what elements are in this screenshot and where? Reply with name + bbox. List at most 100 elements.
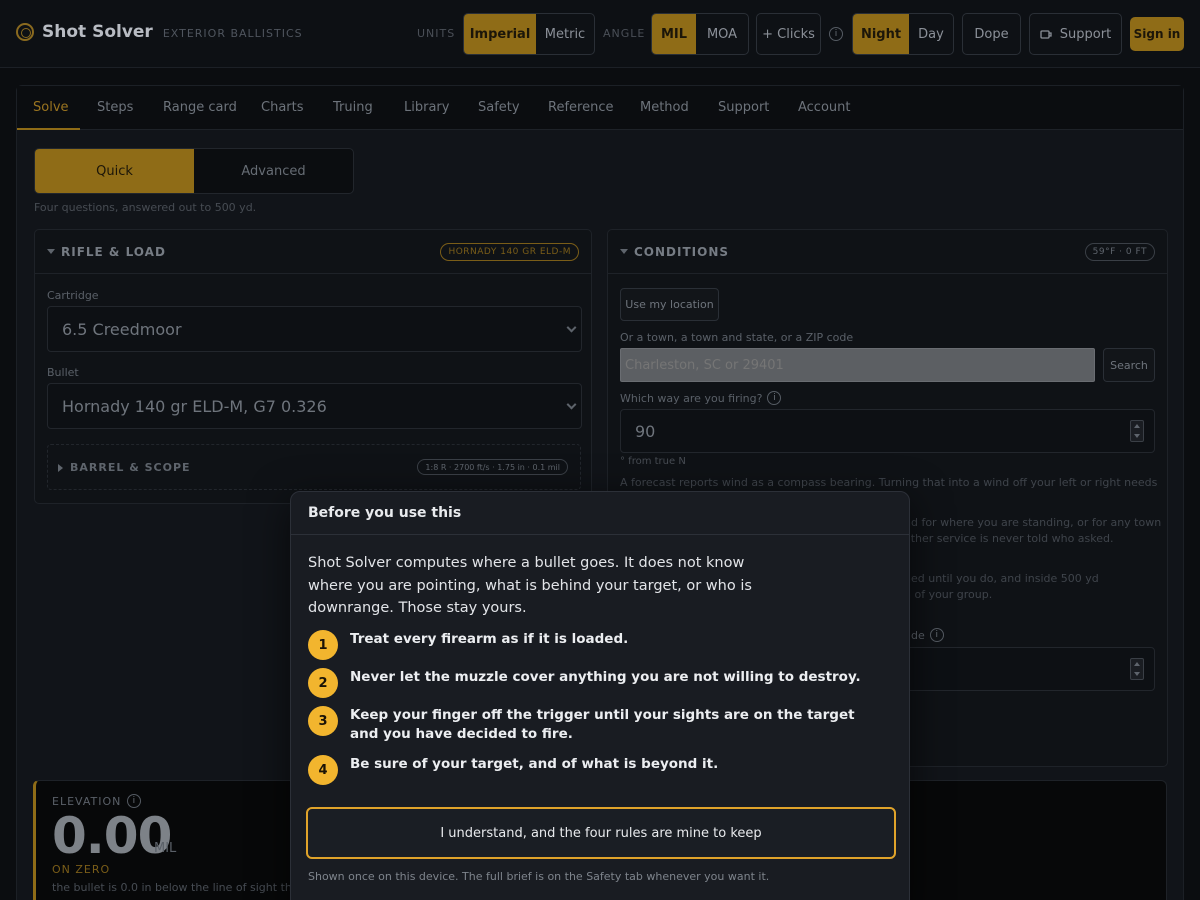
target-logo-icon — [16, 23, 34, 41]
rifle-load-panel: RIFLE & LOAD HORNADY 140 GR ELD-M Cartri… — [34, 229, 592, 504]
location-privacy-text-2: ather service is never told who asked. — [904, 532, 1114, 545]
units-imperial-button[interactable]: Imperial — [464, 14, 536, 54]
rule-text: Never let the muzzle cover anything you … — [350, 669, 861, 685]
partial-field-input[interactable] — [904, 647, 1155, 691]
tab-method[interactable]: Method — [640, 100, 689, 115]
chevron-down-icon — [566, 399, 577, 410]
elevation-label-text: ELEVATION — [52, 794, 122, 808]
bullet-label: Bullet — [47, 366, 79, 379]
mode-quick-button[interactable]: Quick — [35, 149, 194, 193]
active-tab-indicator — [17, 128, 80, 130]
bearing-input[interactable]: 90 — [620, 409, 1155, 453]
info-icon[interactable]: i — [127, 794, 142, 808]
search-button[interactable]: Search — [1103, 348, 1155, 382]
number-stepper-icon[interactable] — [1130, 420, 1144, 442]
clicks-button[interactable]: + Clicks — [756, 13, 821, 55]
app-tagline: EXTERIOR BALLISTICS — [162, 27, 303, 40]
tab-support[interactable]: Support — [718, 100, 769, 115]
support-button-label: Support — [1059, 26, 1112, 42]
elevation-value: 0.00 — [52, 807, 172, 865]
wind-explanation-text: A forecast reports wind as a compass bea… — [620, 476, 1160, 489]
coffee-cup-icon — [1040, 29, 1052, 39]
brand[interactable]: Shot Solver EXTERIOR BALLISTICS — [16, 22, 303, 42]
caret-down-icon — [620, 249, 628, 254]
conditions-badge: 59°F · 0 FT — [1084, 243, 1155, 261]
bearing-label: Which way are you firing? i — [620, 391, 782, 405]
info-icon[interactable]: i — [767, 391, 782, 405]
conditions-title: CONDITIONS — [634, 245, 730, 259]
tab-library[interactable]: Library — [404, 100, 449, 115]
acknowledge-button[interactable]: I understand, and the four rules are min… — [306, 807, 896, 859]
elevation-status: ON ZERO — [52, 863, 111, 876]
bullet-select[interactable]: Hornady 140 gr ELD-M, G7 0.326 — [47, 383, 582, 429]
units-metric-button[interactable]: Metric — [536, 14, 594, 54]
theme-night-button[interactable]: Night — [853, 14, 909, 54]
units-label: UNITS — [417, 27, 456, 40]
tab-bar: Solve Steps Range card Charts Truing Lib… — [17, 86, 1183, 130]
theme-day-button[interactable]: Day — [909, 14, 953, 54]
modal-header: Before you use this — [291, 492, 909, 535]
location-label: Or a town, a town and state, or a ZIP co… — [620, 331, 854, 344]
rule-number-badge: 3 — [308, 706, 338, 736]
app-name: Shot Solver — [42, 22, 153, 42]
angle-label: ANGLE — [603, 27, 646, 40]
rifle-load-title: RIFLE & LOAD — [61, 245, 166, 259]
theme-toggle: Night Day — [852, 13, 954, 55]
location-input[interactable] — [620, 348, 1095, 382]
tab-account[interactable]: Account — [798, 100, 851, 115]
dope-button[interactable]: Dope — [962, 13, 1021, 55]
rule-number-badge: 2 — [308, 668, 338, 698]
tab-charts[interactable]: Charts — [261, 100, 304, 115]
barrel-scope-badge: 1:8 R · 2700 ft/s · 1.75 in · 0.1 mil — [417, 459, 568, 475]
modal-footer-note: Shown once on this device. The full brie… — [308, 870, 770, 883]
safety-modal: Before you use this Shot Solver computes… — [290, 491, 910, 900]
tab-truing[interactable]: Truing — [333, 100, 373, 115]
elevation-unit: MIL — [154, 841, 177, 856]
cartridge-label: Cartridge — [47, 289, 99, 302]
load-badge: HORNADY 140 GR ELD-M — [440, 243, 579, 261]
rifle-load-header[interactable]: RIFLE & LOAD HORNADY 140 GR ELD-M — [35, 230, 591, 274]
number-stepper-icon[interactable] — [1130, 658, 1144, 680]
tab-steps[interactable]: Steps — [97, 100, 133, 115]
rule-number-badge: 1 — [308, 630, 338, 660]
modal-title: Before you use this — [308, 505, 462, 521]
bullet-value: Hornady 140 gr ELD-M, G7 0.326 — [62, 396, 327, 416]
mode-hint: Four questions, answered out to 500 yd. — [34, 201, 257, 214]
angle-moa-button[interactable]: MOA — [696, 14, 748, 54]
support-button[interactable]: Support — [1029, 13, 1122, 55]
tab-reference[interactable]: Reference — [548, 100, 613, 115]
angle-toggle: MIL MOA — [651, 13, 749, 55]
info-icon[interactable]: i — [829, 27, 843, 41]
tab-range-card[interactable]: Range card — [163, 100, 237, 115]
cartridge-value: 6.5 Creedmoor — [62, 319, 182, 339]
bearing-hint: ° from true N — [620, 456, 686, 467]
elevation-label: ELEVATION i — [52, 794, 142, 808]
elevation-description: the bullet is 0.0 in below the line of s… — [52, 881, 304, 894]
units-toggle: Imperial Metric — [463, 13, 595, 55]
chevron-down-icon — [566, 322, 577, 333]
modal-intro: Shot Solver computes where a bullet goes… — [308, 555, 752, 616]
bearing-label-text: Which way are you firing? — [620, 391, 763, 405]
tab-solve[interactable]: Solve — [33, 100, 69, 115]
rule-text: Keep your finger off the trigger until y… — [350, 707, 855, 742]
sign-in-button[interactable]: Sign in — [1130, 17, 1184, 51]
caret-down-icon — [47, 249, 55, 254]
conditions-header[interactable]: CONDITIONS 59°F · 0 FT — [608, 230, 1167, 274]
top-bar: Shot Solver EXTERIOR BALLISTICS UNITS Im… — [0, 0, 1200, 68]
accuracy-text: ned until you do, and inside 500 yd — [904, 572, 1099, 585]
rule-text: Treat every firearm as if it is loaded. — [350, 631, 629, 647]
angle-mil-button[interactable]: MIL — [652, 14, 696, 54]
rule-text: Be sure of your target, and of what is b… — [350, 756, 719, 772]
tab-safety[interactable]: Safety — [478, 100, 520, 115]
barrel-scope-section[interactable]: BARREL & SCOPE 1:8 R · 2700 ft/s · 1.75 … — [47, 444, 581, 490]
accuracy-text-2: h of your group. — [904, 588, 993, 601]
cartridge-select[interactable]: 6.5 Creedmoor — [47, 306, 582, 352]
use-location-button[interactable]: Use my location — [620, 288, 719, 321]
mode-advanced-button[interactable]: Advanced — [194, 149, 353, 193]
rule-number-badge: 4 — [308, 755, 338, 785]
mode-toggle: Quick Advanced — [34, 148, 354, 194]
caret-right-icon — [58, 464, 63, 472]
info-icon[interactable]: i — [929, 628, 944, 642]
bearing-value: 90 — [635, 421, 656, 441]
barrel-scope-title: BARREL & SCOPE — [70, 461, 191, 474]
